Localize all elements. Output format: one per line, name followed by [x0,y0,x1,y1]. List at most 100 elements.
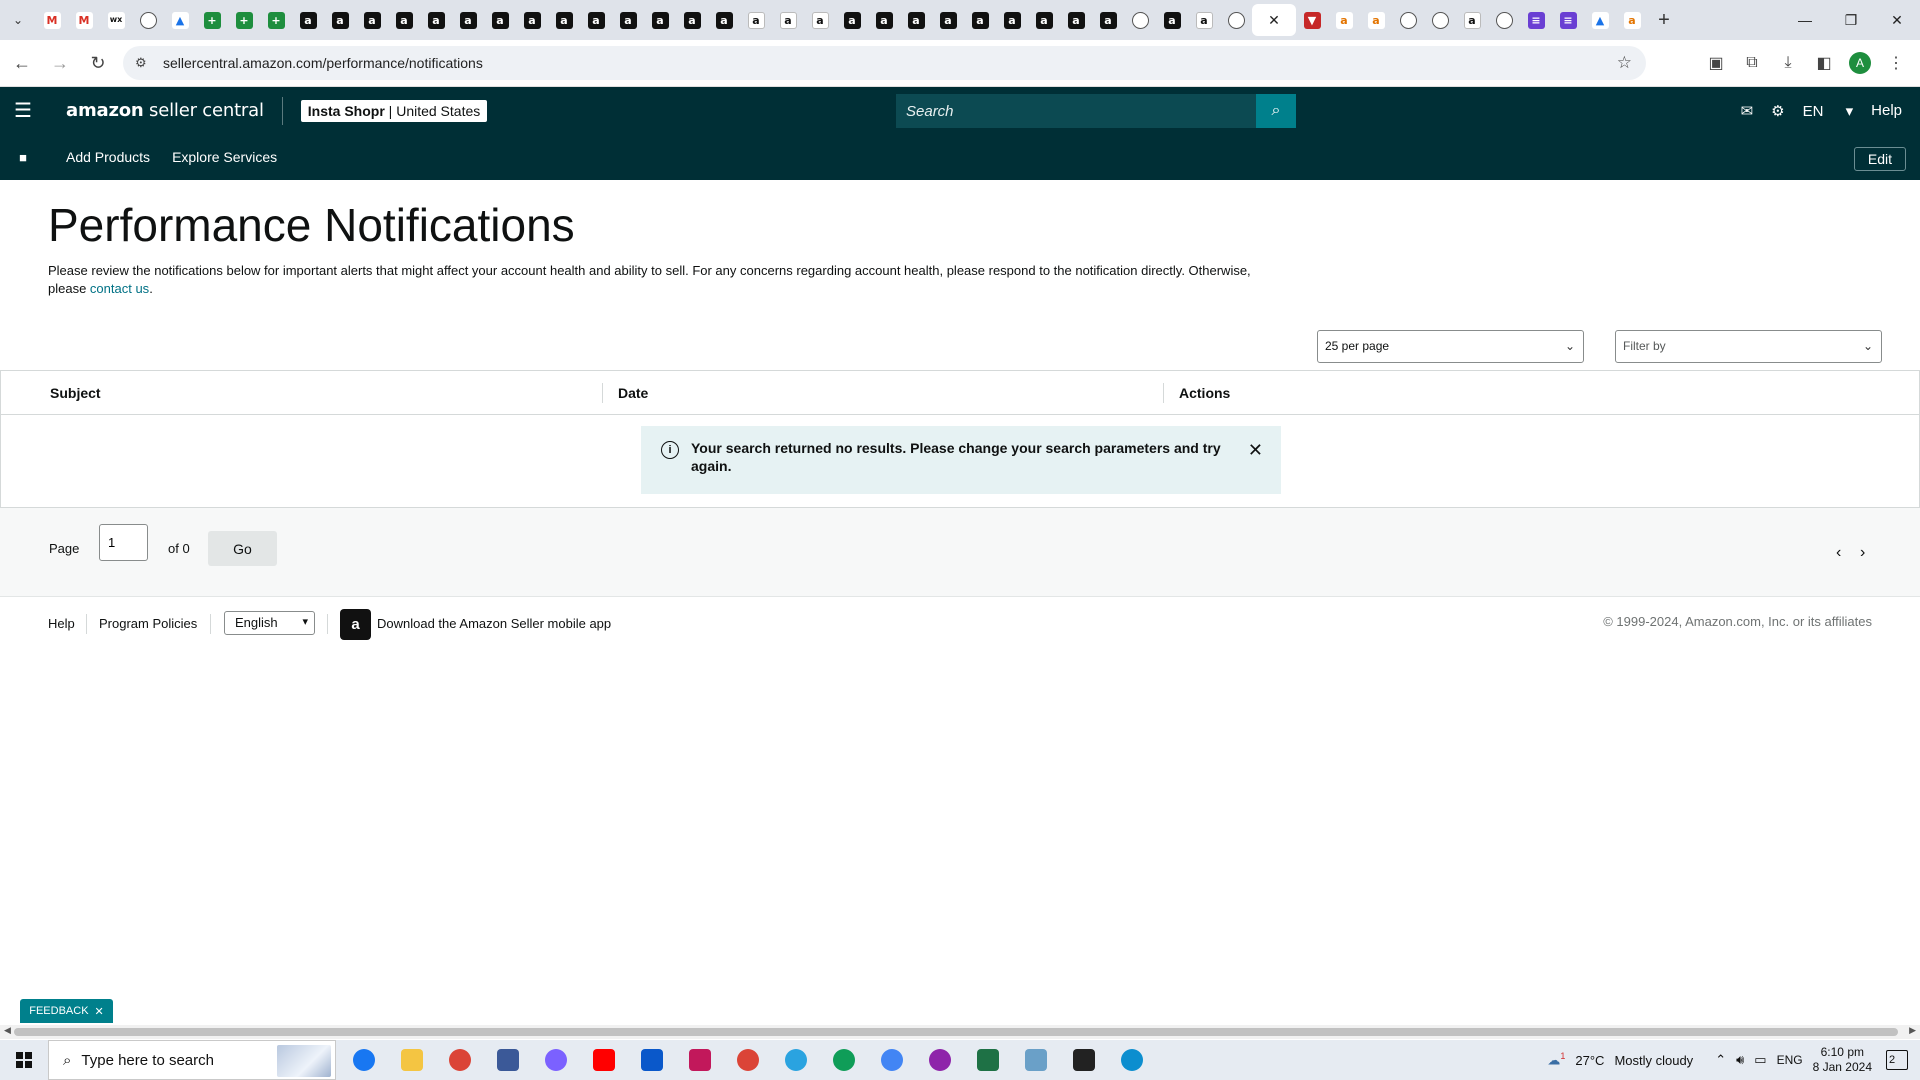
browser-tab[interactable] [1488,4,1520,36]
browser-tab[interactable]: wx [100,4,132,36]
browser-tab[interactable]: ▼ [1296,4,1328,36]
extensions-icon[interactable]: ⧉ [1736,47,1768,79]
footer-help-link[interactable]: Help [48,616,75,631]
bookmark-star-icon[interactable]: ☆ [1617,53,1632,73]
weather-text[interactable]: Mostly cloudy [1614,1053,1693,1068]
horizontal-scrollbar[interactable]: ◀ ▶ [0,1025,1920,1039]
extension-off-icon[interactable]: ▣ [1700,47,1732,79]
browser-tab[interactable]: a [964,4,996,36]
browser-tab[interactable] [1220,4,1252,36]
chrome-profile-taskbar-button[interactable] [868,1040,916,1080]
browser-tab[interactable]: a [1092,4,1124,36]
download-app-link[interactable]: Download the Amazon Seller mobile app [377,616,611,631]
help-link[interactable]: Help [1871,102,1902,119]
browser-tab[interactable]: a [452,4,484,36]
browser-tab[interactable] [1424,4,1456,36]
edge-taskbar-button[interactable] [1108,1040,1156,1080]
facebook-taskbar-button[interactable] [340,1040,388,1080]
volume-icon[interactable]: 🔊︎ [1736,1052,1744,1068]
weather-icon[interactable]: ☁1 [1547,1051,1565,1068]
browser-tab[interactable]: a [1616,4,1648,36]
site-info-icon[interactable]: ⚙ [123,55,153,71]
feedback-button[interactable]: FEEDBACK ✕ [20,999,113,1023]
nav-explore-services[interactable]: Explore Services [172,149,277,165]
forward-icon[interactable]: → [44,47,76,79]
menu-icon[interactable]: ⋮ [1880,47,1912,79]
browser-tab[interactable]: a [1028,4,1060,36]
filter-select[interactable]: Filter by ⌄ [1615,330,1882,363]
next-page-icon[interactable]: › [1860,544,1865,562]
scrollbar-thumb[interactable] [14,1028,1898,1036]
chrome-taskbar-button[interactable] [436,1040,484,1080]
mail-icon[interactable]: ✉ [1741,102,1754,120]
reload-icon[interactable]: ↻ [82,47,114,79]
seller-central-logo[interactable]: amazon seller central [66,100,264,121]
browser-tab[interactable]: a [580,4,612,36]
profile-avatar[interactable]: A [1849,52,1871,74]
url-text[interactable]: sellercentral.amazon.com/performance/not… [163,55,483,71]
browser-tab[interactable]: a [1188,4,1220,36]
browser-tab[interactable]: a [900,4,932,36]
close-icon[interactable]: ✕ [95,1005,104,1018]
input-language[interactable]: ENG [1777,1053,1803,1067]
browser-tab[interactable]: + [260,4,292,36]
browser-tab[interactable]: ≡ [1520,4,1552,36]
browser-tab[interactable]: a [1456,4,1488,36]
account-switcher[interactable]: Insta Shopr | United States [300,99,488,122]
excel-taskbar-button[interactable] [964,1040,1012,1080]
side-panel-icon[interactable]: ◧ [1808,47,1840,79]
search-input[interactable] [896,94,1256,128]
browser-tab[interactable]: a [420,4,452,36]
scroll-left-icon[interactable]: ◀ [4,1025,11,1036]
column-date[interactable]: Date [618,385,648,401]
tab-search-button[interactable]: ⌄ [0,0,36,40]
browser-tab[interactable]: a [996,4,1028,36]
taskbar-clock[interactable]: 6:10 pm 8 Jan 2024 [1813,1045,1872,1075]
active-browser-tab[interactable]: ✕ [1252,4,1296,36]
download-icon[interactable]: ⤓ [1772,47,1804,79]
scroll-right-icon[interactable]: ▶ [1909,1025,1916,1036]
footer-policies-link[interactable]: Program Policies [99,616,197,631]
seller-app-icon[interactable]: a [340,609,371,640]
browser-tab[interactable]: M [68,4,100,36]
close-tab-icon[interactable]: ✕ [1268,12,1280,29]
browser-tab[interactable]: a [772,4,804,36]
browser-tab[interactable]: a [324,4,356,36]
chrome-profile-taskbar-button[interactable] [916,1040,964,1080]
browser-tab[interactable]: + [228,4,260,36]
browser-tab[interactable]: a [1060,4,1092,36]
restore-icon[interactable]: ❐ [1828,0,1874,40]
browser-tab[interactable]: a [1156,4,1188,36]
chrome-profile-taskbar-button[interactable] [724,1040,772,1080]
hamburger-menu-icon[interactable]: ☰ [0,98,46,123]
start-button[interactable] [0,1040,48,1080]
browser-tab[interactable]: a [356,4,388,36]
go-button[interactable]: Go [208,531,277,566]
taskbar-search[interactable]: ⌕ Type here to search [48,1040,336,1080]
browser-tab[interactable]: a [388,4,420,36]
bookmark-icon[interactable]: ■ [0,150,46,165]
previous-page-icon[interactable]: ‹ [1836,544,1841,562]
browser-tab[interactable] [1392,4,1424,36]
browser-tab[interactable]: + [196,4,228,36]
language-selector[interactable]: EN ▾ [1803,102,1854,120]
settings-gear-icon[interactable]: ⚙ [1771,102,1784,120]
browser-tab[interactable]: a [836,4,868,36]
browser-tab[interactable]: ≡ [1552,4,1584,36]
contact-us-link[interactable]: contact us [90,281,149,296]
copilot-taskbar-button[interactable] [532,1040,580,1080]
network-icon[interactable]: ▭ [1754,1052,1766,1068]
minimize-icon[interactable]: — [1782,0,1828,40]
browser-tab[interactable]: a [740,4,772,36]
browser-tab[interactable]: a [708,4,740,36]
search-button[interactable]: ⌕ [1256,94,1296,128]
column-subject[interactable]: Subject [50,385,101,401]
browser-tab[interactable]: a [1328,4,1360,36]
browser-tab[interactable]: a [676,4,708,36]
browser-tab[interactable]: a [292,4,324,36]
browser-tab[interactable]: ▲ [1584,4,1616,36]
tray-overflow-icon[interactable]: ⌃ [1715,1052,1726,1068]
page-number-input[interactable] [99,524,148,561]
weather-temp[interactable]: 27°C [1575,1053,1604,1068]
telegram-taskbar-button[interactable] [772,1040,820,1080]
